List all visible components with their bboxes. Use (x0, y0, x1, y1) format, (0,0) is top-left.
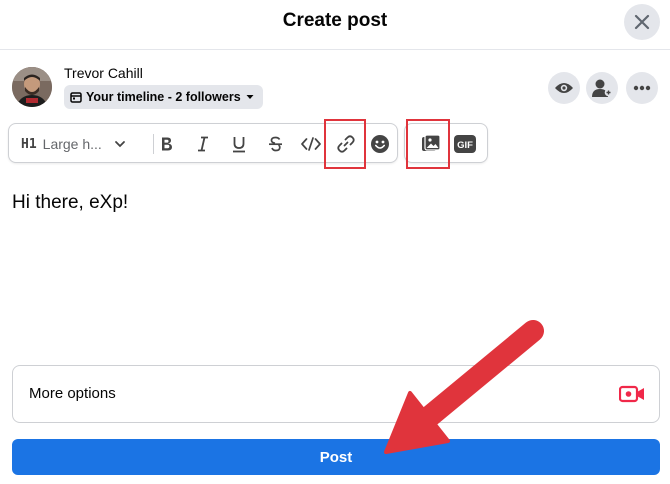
more-button[interactable] (626, 72, 658, 104)
audience-label: Your timeline - 2 followers (86, 90, 241, 104)
code-button[interactable] (299, 132, 323, 156)
dialog-header: Create post (0, 0, 670, 50)
more-options-label: More options (29, 385, 116, 402)
preview-button[interactable] (548, 72, 580, 104)
emoji-button[interactable] (368, 132, 392, 156)
italic-button[interactable] (191, 132, 215, 156)
toolbar-divider (153, 134, 154, 154)
more-icon (633, 85, 651, 91)
calendar-icon (70, 92, 82, 103)
eye-icon (555, 83, 573, 93)
user-name: Trevor Cahill (64, 65, 143, 81)
code-icon (301, 137, 321, 151)
post-text-editor[interactable]: Hi there, eXp! (12, 192, 128, 214)
italic-icon (198, 136, 208, 152)
close-icon (634, 14, 650, 30)
strikethrough-icon (268, 136, 282, 152)
strikethrough-button[interactable] (263, 132, 287, 156)
avatar (12, 67, 52, 107)
svg-text:GIF: GIF (457, 140, 473, 151)
audience-selector[interactable]: Your timeline - 2 followers (64, 85, 263, 109)
underline-icon (233, 136, 245, 152)
person-add-icon (592, 79, 613, 97)
image-highlight-box (406, 119, 450, 169)
gif-button[interactable]: GIF (453, 132, 477, 156)
close-button[interactable] (624, 4, 660, 40)
bold-icon (162, 137, 172, 151)
dialog-title: Create post (282, 10, 388, 31)
chevron-down-icon (246, 95, 254, 99)
link-highlight-box (324, 119, 366, 169)
underline-button[interactable] (227, 132, 251, 156)
emoji-icon (371, 135, 389, 153)
post-button[interactable]: Post (12, 439, 660, 475)
heading-selector[interactable]: H1 Large h... (21, 132, 143, 156)
video-camera-icon[interactable] (619, 384, 645, 404)
heading-label: Large h... (42, 136, 102, 152)
more-options-bar[interactable]: More options (12, 365, 660, 423)
tag-people-button[interactable] (586, 72, 618, 104)
chevron-down-icon (114, 141, 125, 148)
bold-button[interactable] (155, 132, 179, 156)
heading-tag: H1 (21, 136, 37, 152)
gif-icon: GIF (454, 135, 476, 153)
